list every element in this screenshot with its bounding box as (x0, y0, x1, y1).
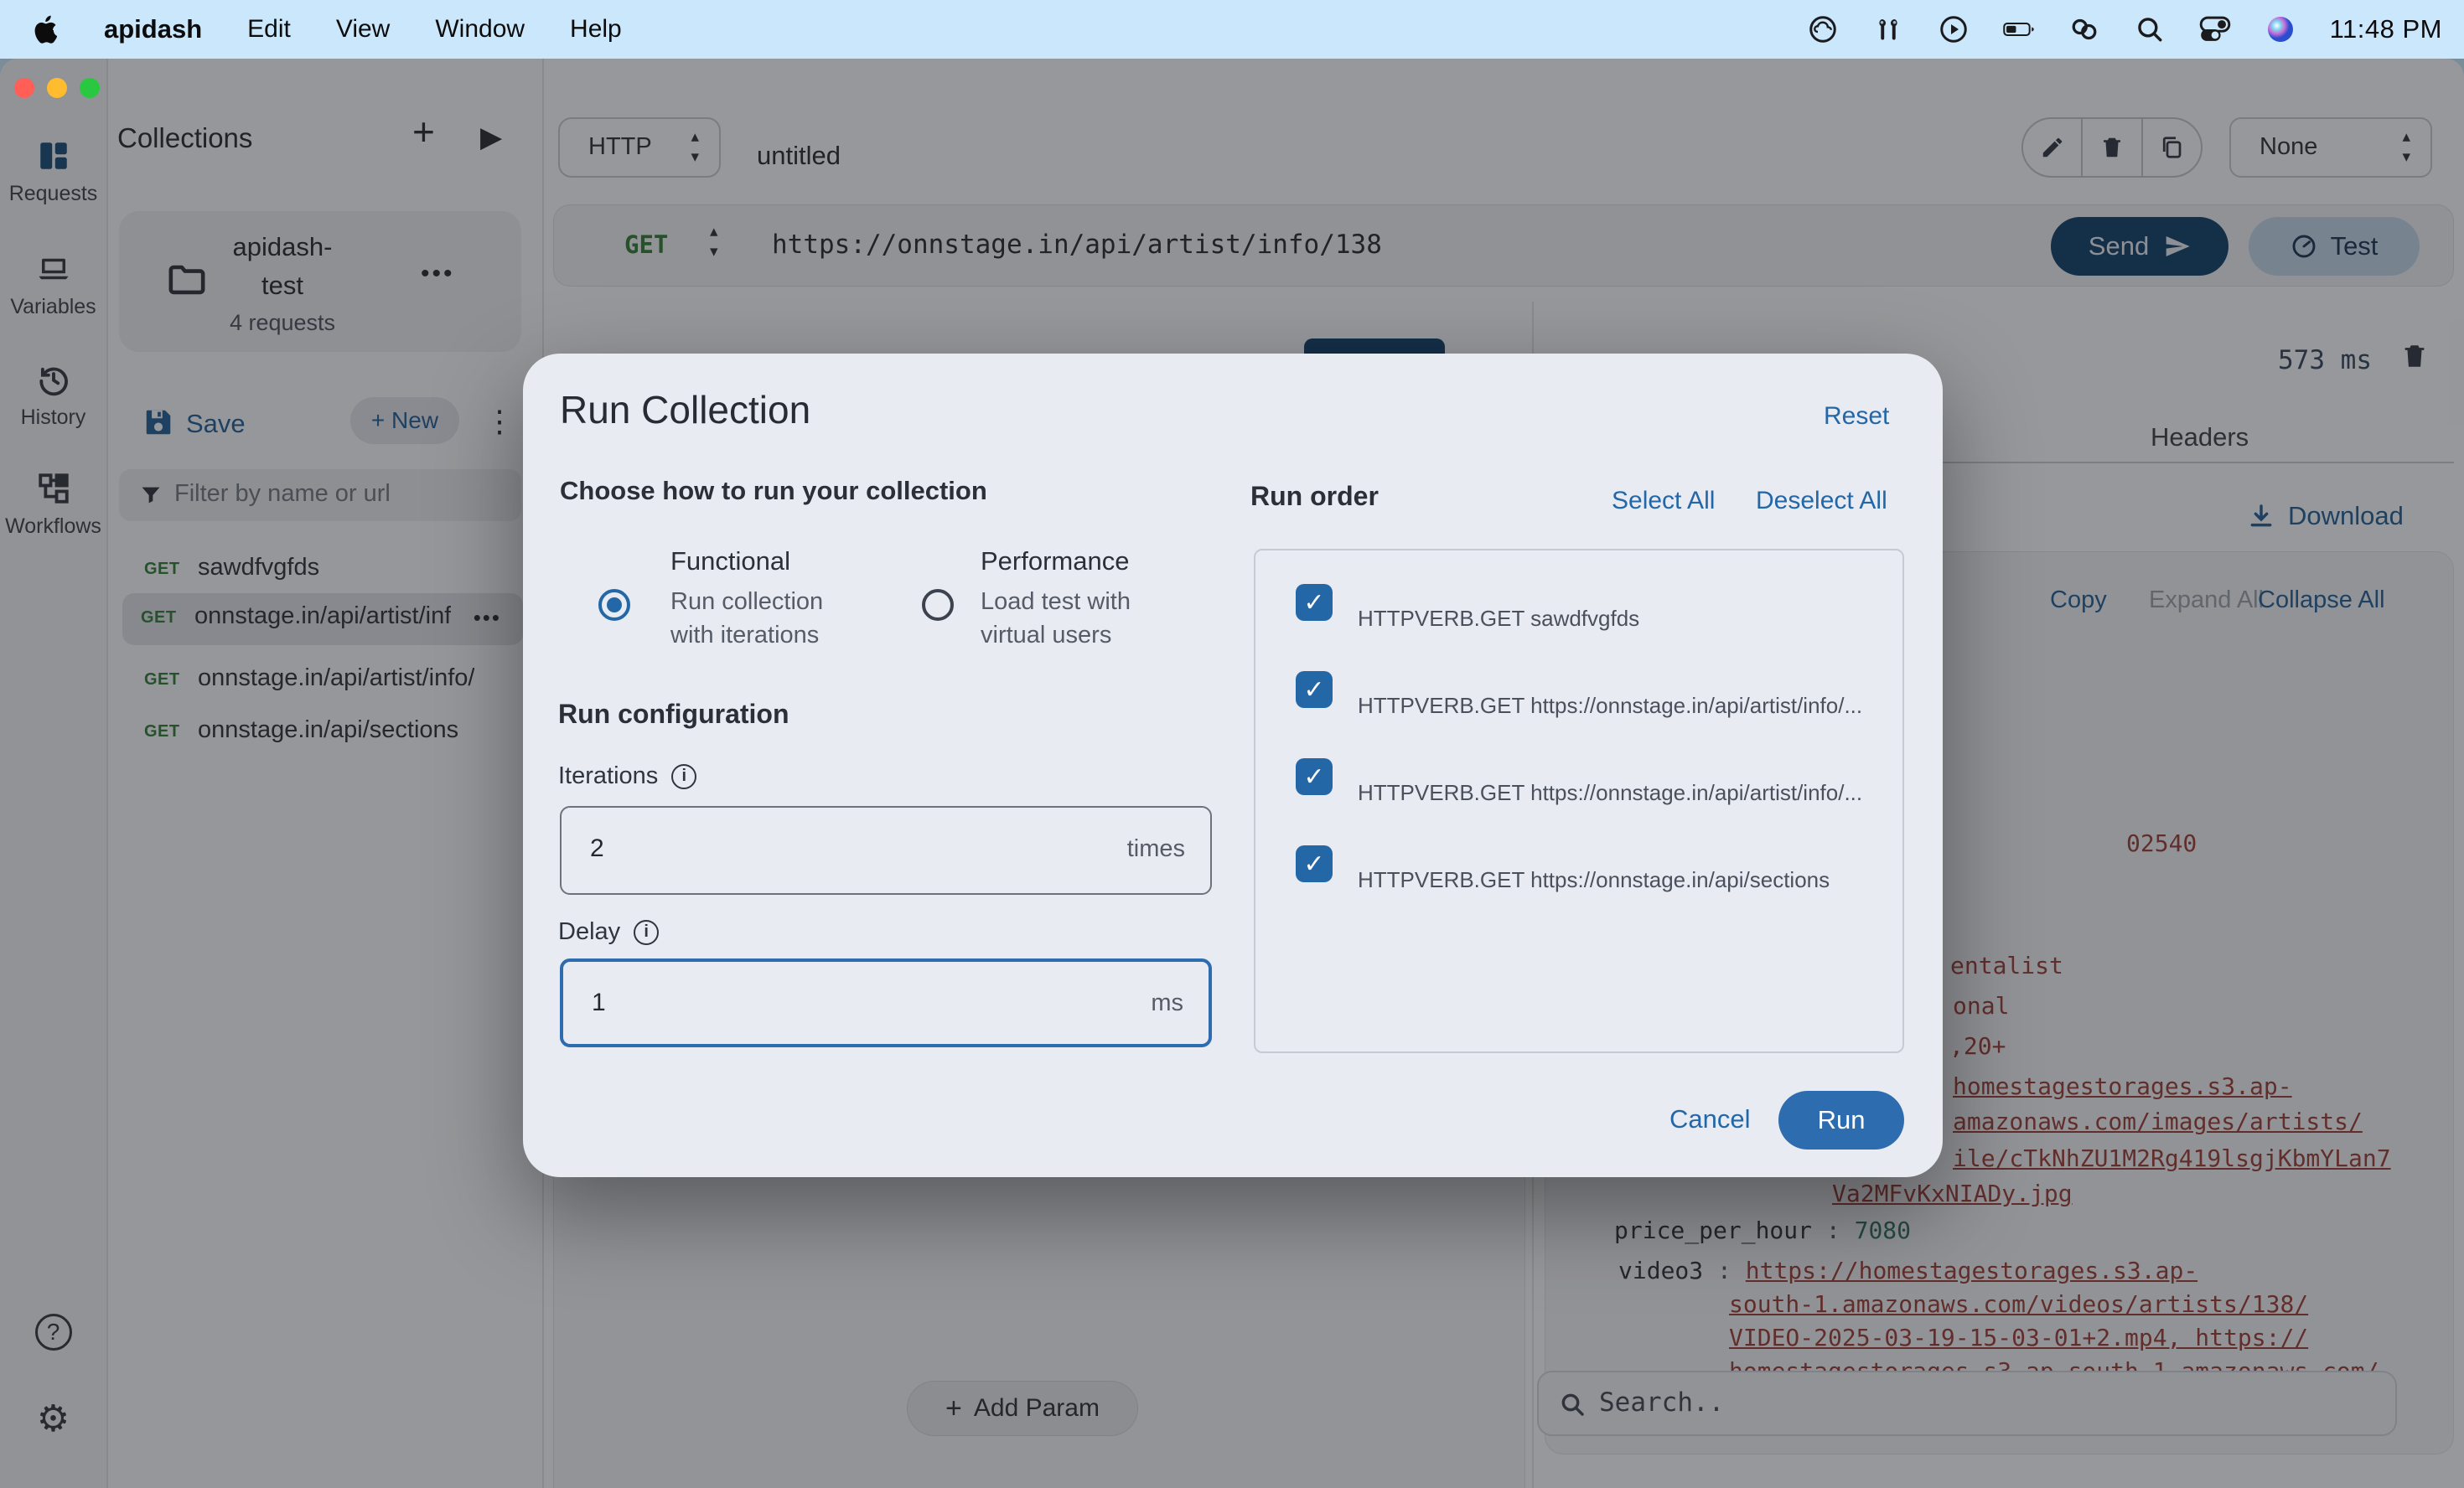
menu-help[interactable]: Help (570, 15, 622, 44)
delay-suffix: ms (1151, 989, 1183, 1017)
menu-app-name[interactable]: apidash (104, 14, 202, 44)
run-order-item-label: HTTPVERB.GET https://onnstage.in/api/art… (1358, 780, 1862, 806)
zoom-window-button[interactable] (80, 78, 100, 98)
run-button[interactable]: Run (1778, 1091, 1904, 1150)
performance-desc: Load test withvirtual users (981, 585, 1131, 652)
reset-button[interactable]: Reset (1824, 402, 1889, 431)
functional-radio[interactable] (598, 589, 630, 621)
iterations-label: Iterations i (558, 762, 696, 790)
menu-view[interactable]: View (336, 15, 390, 44)
play-circle-icon[interactable] (1938, 13, 1970, 45)
run-order-list: ✓ HTTPVERB.GET sawdfvgfds ✓ HTTPVERB.GET ht… (1254, 549, 1904, 1053)
select-all-button[interactable]: Select All (1612, 487, 1715, 515)
functional-label[interactable]: Functional (670, 546, 790, 576)
iterations-input[interactable]: 2 times (560, 806, 1212, 895)
delay-value: 1 (592, 989, 606, 1017)
run-order-label: Run order (1250, 481, 1379, 512)
checkbox-checked[interactable]: ✓ (1296, 671, 1333, 708)
iterations-value: 2 (590, 834, 604, 863)
apple-menu-icon[interactable] (34, 14, 59, 44)
checkbox-checked[interactable]: ✓ (1296, 758, 1333, 795)
run-order-item[interactable]: ✓ HTTPVERB.GET https://onnstage.in/api/se… (1255, 845, 1906, 933)
delay-input[interactable]: 1 ms (560, 958, 1212, 1047)
performance-radio[interactable] (922, 589, 954, 621)
functional-desc: Run collectionwith iterations (670, 585, 823, 652)
battery-icon[interactable] (2003, 13, 2035, 45)
creative-cloud-icon[interactable] (1807, 13, 1839, 45)
menu-edit[interactable]: Edit (247, 15, 291, 44)
airpods-icon[interactable] (1872, 13, 1904, 45)
menu-clock[interactable]: 11:48 PM (2330, 14, 2442, 44)
menu-status-icons (1807, 13, 2296, 45)
run-collection-dialog: Run Collection Reset Choose how to run y… (523, 354, 1943, 1177)
deselect-all-button[interactable]: Deselect All (1756, 487, 1887, 515)
choose-label: Choose how to run your collection (560, 476, 987, 506)
personal-hotspot-icon[interactable] (2068, 13, 2100, 45)
iterations-suffix: times (1127, 835, 1185, 863)
macos-menu-bar: apidash Edit View Window Help 11:48 PM (0, 0, 2464, 59)
minimize-window-button[interactable] (47, 78, 67, 98)
performance-label[interactable]: Performance (981, 546, 1129, 576)
siri-icon[interactable] (2265, 13, 2296, 45)
run-order-item[interactable]: ✓ HTTPVERB.GET sawdfvgfds (1255, 584, 1906, 671)
dialog-title: Run Collection (560, 387, 810, 432)
checkbox-checked[interactable]: ✓ (1296, 845, 1333, 882)
info-icon: i (671, 764, 696, 789)
run-order-item-label: HTTPVERB.GET https://onnstage.in/api/sec… (1358, 867, 1830, 893)
spotlight-icon[interactable] (2134, 13, 2166, 45)
run-order-item-label: HTTPVERB.GET sawdfvgfds (1358, 606, 1639, 632)
window-controls (14, 78, 100, 98)
info-icon: i (634, 920, 659, 945)
run-order-item-label: HTTPVERB.GET https://onnstage.in/api/art… (1358, 693, 1862, 719)
control-center-icon[interactable] (2199, 13, 2231, 45)
screen: apidash Edit View Window Help 11:48 PM R… (0, 0, 2464, 1488)
run-order-item[interactable]: ✓ HTTPVERB.GET https://onnstage.in/api/ar… (1255, 671, 1906, 758)
close-window-button[interactable] (14, 78, 34, 98)
menu-window[interactable]: Window (435, 15, 525, 44)
checkbox-checked[interactable]: ✓ (1296, 584, 1333, 621)
delay-label: Delay i (558, 918, 659, 946)
run-order-item[interactable]: ✓ HTTPVERB.GET https://onnstage.in/api/ar… (1255, 758, 1906, 845)
cancel-button[interactable]: Cancel (1669, 1104, 1751, 1134)
run-configuration-label: Run configuration (558, 699, 789, 730)
